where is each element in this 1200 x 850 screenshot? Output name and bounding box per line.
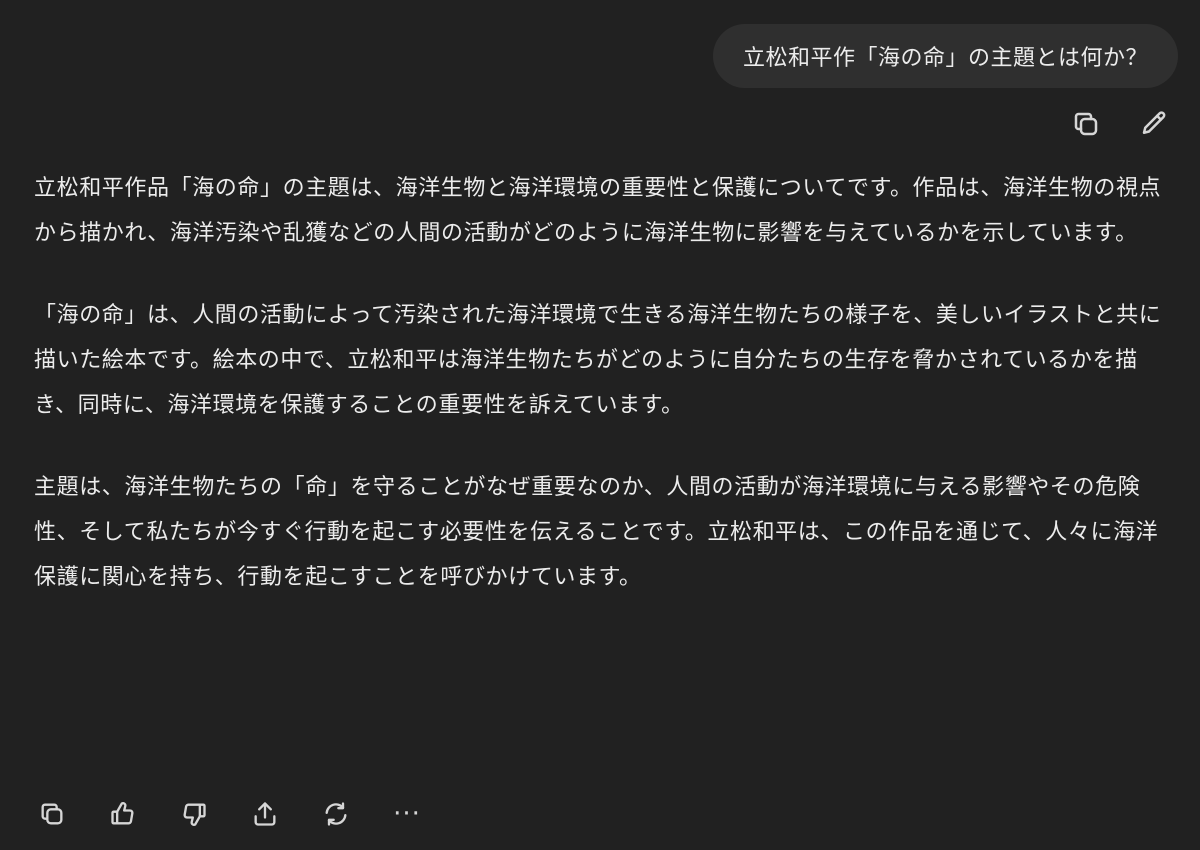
pencil-icon xyxy=(1142,111,1166,134)
regenerate-button[interactable] xyxy=(316,794,356,834)
share-icon xyxy=(254,802,276,826)
thumbs-up-icon xyxy=(111,802,134,825)
good-response-button[interactable] xyxy=(103,794,143,834)
assistant-paragraph-2: 「海の命」は、人間の活動によって汚染された海洋環境で生きる海洋生物たちの様子を、… xyxy=(34,303,1162,418)
bad-response-button[interactable] xyxy=(174,794,214,834)
copy-icon xyxy=(1074,112,1098,136)
assistant-message-actions: ··· xyxy=(32,794,427,834)
user-message-text: 立松和平作「海の命」の主題とは何か？ xyxy=(742,46,1148,71)
assistant-paragraph-3: 主題は、海洋生物たちの「命」を守ることがなぜ重要なのか、人間の活動が海洋環境に与… xyxy=(34,475,1159,590)
regenerate-icon xyxy=(325,802,347,826)
user-message-bubble: 立松和平作「海の命」の主題とは何か？ xyxy=(712,24,1178,88)
assistant-paragraph-1: 立松和平作品「海の命」の主題は、海洋生物と海洋環境の重要性と保護についてです。作… xyxy=(34,176,1162,246)
copy-response-button[interactable] xyxy=(32,794,72,834)
user-message-actions xyxy=(1066,104,1174,144)
thumbs-down-icon xyxy=(183,803,206,826)
edit-user-message-button[interactable] xyxy=(1134,104,1174,144)
more-icon[interactable]: ··· xyxy=(387,794,427,834)
assistant-message: 立松和平作品「海の命」の主題は、海洋生物と海洋環境の重要性と保護についてです。作… xyxy=(34,166,1164,637)
share-button[interactable] xyxy=(245,794,285,834)
copy-user-message-button[interactable] xyxy=(1066,104,1106,144)
copy-icon xyxy=(41,803,63,825)
